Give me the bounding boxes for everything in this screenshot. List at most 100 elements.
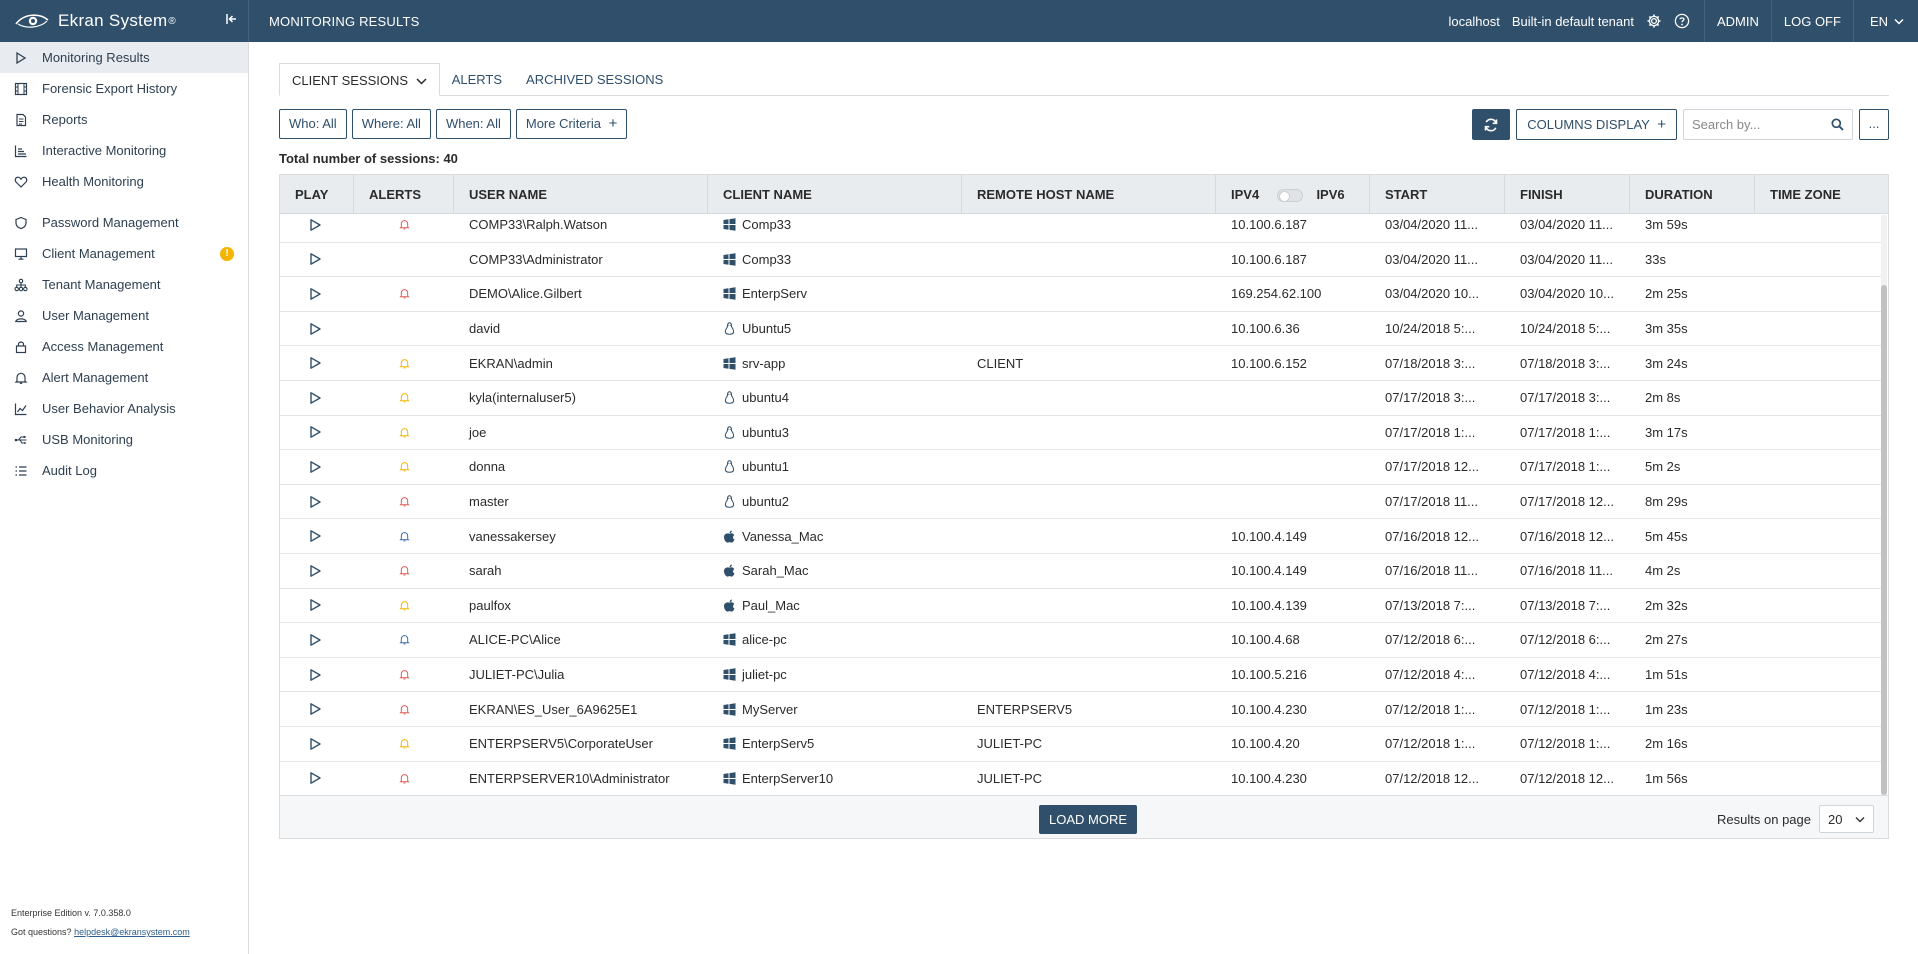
table-row[interactable]: DEMO\Alice.Gilbert EnterpServ 169.254.62.1… [280,277,1882,312]
bell-icon[interactable] [399,531,410,542]
play-icon[interactable] [308,564,322,578]
bell-icon[interactable] [399,392,410,403]
column-header-remote-host-name[interactable]: REMOTE HOST NAME [962,175,1216,214]
bell-icon[interactable] [399,669,410,680]
collapse-sidebar-icon[interactable] [226,12,238,29]
finish-cell: 07/12/2018 6:... [1520,632,1611,648]
table-row[interactable]: JULIET-PC\Julia juliet-pc 10.100.5.216 07/1… [280,658,1882,693]
sidebar-item-client-management[interactable]: Client Management ! [0,238,248,269]
sidebar-item-audit-log[interactable]: Audit Log [0,455,248,486]
sidebar-item-password-management[interactable]: Password Management [0,207,248,238]
bell-icon[interactable] [399,461,410,472]
table-row[interactable]: paulfox Paul_Mac 10.100.4.139 07/13/2018 7:… [280,589,1882,624]
table-row[interactable]: master ubuntu2 07/17/2018 11... 07/17/2018 … [280,485,1882,520]
sidebar-item-alert-management[interactable]: Alert Management [0,362,248,393]
play-icon[interactable] [308,633,322,647]
bell-icon[interactable] [399,288,410,299]
tab-client-sessions[interactable]: CLIENT SESSIONS [279,63,440,96]
bell-icon[interactable] [399,634,410,645]
helpdesk-link[interactable]: helpdesk@ekransystem.com [74,927,190,937]
table-row[interactable]: kyla(internaluser5) ubuntu4 07/17/2018 3:.… [280,381,1882,416]
bell-icon[interactable] [399,600,410,611]
table-scrollbar[interactable] [1881,215,1887,795]
play-icon[interactable] [308,529,322,543]
when-filter-button[interactable]: When: All [435,109,511,139]
sidebar-item-interactive-monitoring[interactable]: Interactive Monitoring [0,135,248,166]
table-row[interactable]: ALICE-PC\Alice alice-pc 10.100.4.68 07/12/2… [280,623,1882,658]
play-icon[interactable] [308,322,322,336]
table-row[interactable]: ENTERPSERVER10\Administrator EnterpServer… [280,762,1882,796]
sidebar-item-reports[interactable]: Reports [0,104,248,135]
where-filter-button[interactable]: Where: All [351,109,431,139]
search-icon[interactable] [1831,118,1844,131]
sidebar-item-health-monitoring[interactable]: Health Monitoring [0,166,248,197]
refresh-button[interactable] [1472,109,1511,140]
sidebar-item-usb-monitoring[interactable]: USB Monitoring [0,424,248,455]
admin-button[interactable]: ADMIN [1705,0,1772,42]
table-row[interactable]: EKRAN\ES_User_6A9625E1 MyServer ENTERPSERV… [280,692,1882,727]
play-icon[interactable] [308,460,322,474]
column-header-finish[interactable]: FINISH [1505,175,1630,214]
sidebar-item-monitoring-results[interactable]: Monitoring Results [0,42,248,73]
table-row[interactable]: EKRAN\admin srv-app CLIENT 10.100.6.152 07/1… [280,346,1882,381]
table-row[interactable]: joe ubuntu3 07/17/2018 1:... 07/17/2018 1:.… [280,416,1882,451]
table-row[interactable]: sarah Sarah_Mac 10.100.4.149 07/16/2018 11.… [280,554,1882,589]
table-row[interactable]: COMP33\Administrator Comp33 10.100.6.187 03… [280,243,1882,278]
more-criteria-button[interactable]: More Criteria + [515,109,628,139]
help-icon[interactable] [1674,13,1690,29]
play-icon[interactable] [308,702,322,716]
bell-icon[interactable] [399,704,410,715]
language-selector[interactable]: EN [1854,14,1918,29]
play-icon[interactable] [308,287,322,301]
play-icon[interactable] [308,252,322,266]
bell-icon[interactable] [399,358,410,369]
search-input[interactable] [1692,117,1831,132]
bell-icon[interactable] [399,219,410,230]
bell-icon[interactable] [399,738,410,749]
play-icon[interactable] [308,391,322,405]
table-row[interactable]: vanessakersey Vanessa_Mac 10.100.4.149 07/1… [280,519,1882,554]
column-header-user-name[interactable]: USER NAME [454,175,708,214]
column-header-play[interactable]: PLAY [280,175,354,214]
play-icon[interactable] [308,495,322,509]
play-icon[interactable] [308,425,322,439]
sidebar-item-user-management[interactable]: User Management [0,300,248,331]
column-header-duration[interactable]: DURATION [1630,175,1755,214]
columns-display-button[interactable]: COLUMNS DISPLAY + [1516,109,1677,140]
table-row[interactable]: donna ubuntu1 07/17/2018 12... 07/17/2018 1… [280,450,1882,485]
column-header-start[interactable]: START [1370,175,1505,214]
sidebar-item-access-management[interactable]: Access Management [0,331,248,362]
more-options-button[interactable]: ... [1859,109,1889,140]
sidebar-item-forensic-export-history[interactable]: Forensic Export History [0,73,248,104]
results-on-page-select[interactable]: 20 [1819,805,1874,833]
table-row[interactable]: ENTERPSERV5\CorporateUser EnterpServ5 JULI… [280,727,1882,762]
column-header-client-name[interactable]: CLIENT NAME [708,175,962,214]
play-icon[interactable] [308,737,322,751]
play-icon[interactable] [308,356,322,370]
sidebar-item-user-behavior-analysis[interactable]: User Behavior Analysis [0,393,248,424]
tab-archived-sessions[interactable]: ARCHIVED SESSIONS [514,63,675,96]
play-icon[interactable] [308,668,322,682]
logoff-button[interactable]: LOG OFF [1772,0,1854,42]
column-header-alerts[interactable]: ALERTS [354,175,454,214]
tenant-name[interactable]: Built-in default tenant [1506,14,1640,29]
column-header-ipv4[interactable]: IPV4 [1231,187,1259,202]
bell-icon[interactable] [399,427,410,438]
play-icon[interactable] [308,598,322,612]
who-filter-button[interactable]: Who: All [279,109,347,139]
column-header-time-zone[interactable]: TIME ZONE [1755,175,1882,214]
table-row[interactable]: COMP33\Ralph.Watson Comp33 10.100.6.187 03/… [280,215,1882,243]
column-header-ipv6[interactable]: IPV6 [1316,187,1344,202]
gear-icon[interactable] [1646,13,1662,29]
load-more-button[interactable]: LOAD MORE [1039,805,1138,834]
tab-alerts[interactable]: ALERTS [440,63,514,96]
play-icon[interactable] [308,771,322,785]
sidebar-item-tenant-management[interactable]: Tenant Management [0,269,248,300]
bell-icon[interactable] [399,773,410,784]
ipv4-ipv6-toggle[interactable] [1276,189,1303,203]
play-icon[interactable] [308,218,322,232]
bell-icon[interactable] [399,496,410,507]
bell-icon[interactable] [399,565,410,576]
scrollbar-thumb[interactable] [1881,285,1887,795]
table-row[interactable]: david Ubuntu5 10.100.6.36 10/24/2018 5:... 1… [280,312,1882,347]
